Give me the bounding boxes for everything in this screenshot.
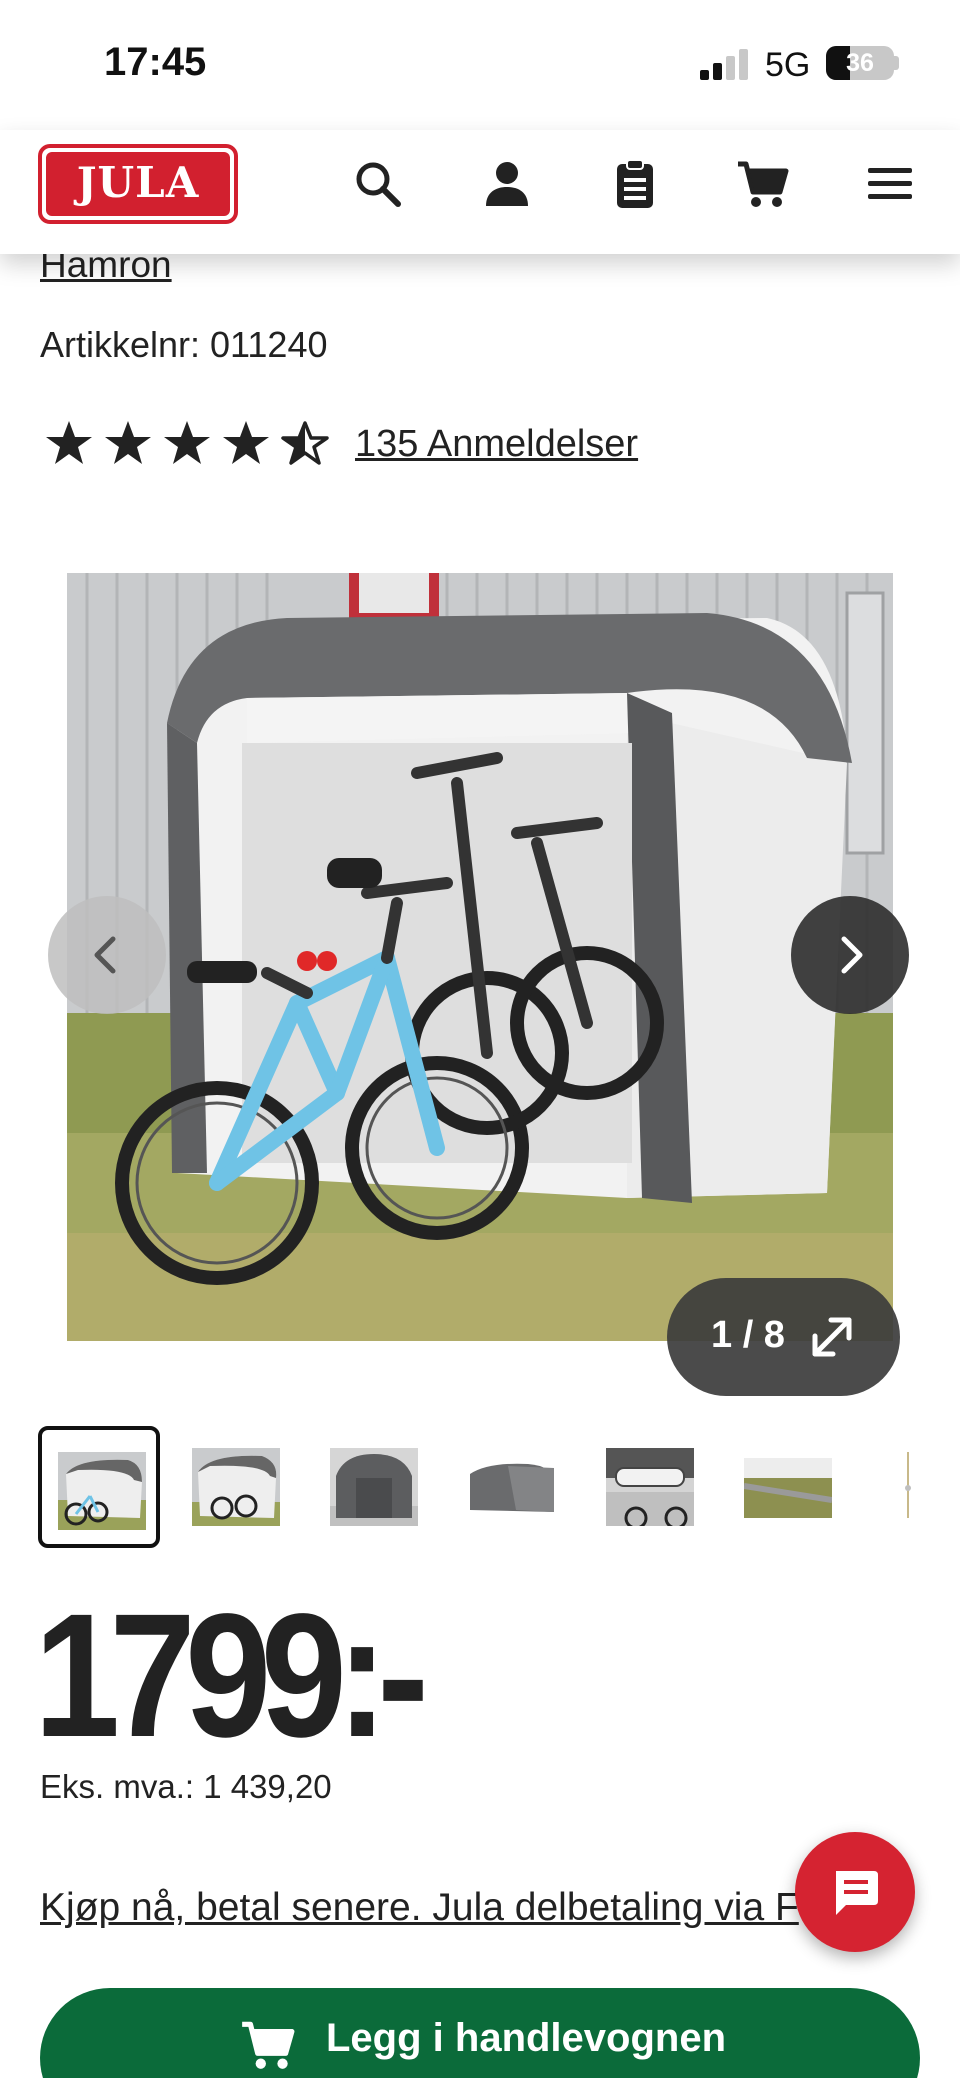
star-full-icon xyxy=(162,418,212,468)
product-price: 1799:- xyxy=(34,1578,429,1774)
thumbnail-3[interactable] xyxy=(314,1426,436,1548)
expand-icon xyxy=(807,1312,857,1362)
logo-background: JULA xyxy=(46,152,230,216)
add-to-cart-label: Legg i handlevognen xyxy=(326,2016,727,2060)
chat-button[interactable] xyxy=(795,1832,915,1952)
thumbnail-2[interactable] xyxy=(176,1426,298,1548)
article-number: Artikkelnr: 011240 xyxy=(40,324,328,365)
gallery-counter: 1 / 8 xyxy=(711,1314,785,1356)
account-icon[interactable] xyxy=(479,156,535,212)
signal-icon xyxy=(700,48,752,80)
cart-icon[interactable] xyxy=(734,156,790,212)
thumbnail-7[interactable] xyxy=(866,1426,960,1548)
battery-icon: 36 xyxy=(826,46,894,80)
price-excl-vat: Eks. mva.: 1 439,20 xyxy=(40,1768,332,1805)
gallery-prev-button[interactable] xyxy=(48,896,166,1014)
cart-icon xyxy=(238,2016,296,2074)
gallery-counter-button[interactable]: 1 / 8 xyxy=(667,1278,900,1396)
jula-logo[interactable]: JULA xyxy=(38,144,238,224)
thumbnail-6[interactable] xyxy=(728,1426,850,1548)
network-label: 5G xyxy=(765,46,811,84)
chevron-left-icon xyxy=(94,936,116,974)
installment-link[interactable]: Kjøp nå, betal senere. Jula delbetaling … xyxy=(40,1886,840,1930)
thumbnail-5[interactable] xyxy=(590,1426,712,1548)
thumbnail-1[interactable] xyxy=(38,1426,160,1548)
battery-level: 36 xyxy=(846,49,874,77)
site-header: JULA xyxy=(0,130,960,254)
menu-icon[interactable] xyxy=(862,156,918,212)
status-bar: 17:45 5G 36 xyxy=(0,0,960,130)
status-time: 17:45 xyxy=(104,40,207,84)
star-full-icon xyxy=(221,418,271,468)
add-to-cart-button[interactable]: Legg i handlevognen xyxy=(40,1988,920,2078)
thumbnail-strip xyxy=(38,1426,960,1550)
logo-text: JULA xyxy=(76,158,200,207)
star-half-icon xyxy=(280,418,330,468)
battery-tip xyxy=(894,56,899,70)
search-icon[interactable] xyxy=(350,156,406,212)
thumbnail-4[interactable] xyxy=(452,1426,574,1548)
chevron-right-icon xyxy=(841,936,863,974)
reviews-link[interactable]: 135 Anmeldelser xyxy=(355,423,638,466)
gallery-next-button[interactable] xyxy=(791,896,909,1014)
star-full-icon xyxy=(44,418,94,468)
chat-icon xyxy=(836,1871,878,1915)
star-full-icon xyxy=(103,418,153,468)
product-image[interactable] xyxy=(67,573,893,1341)
shopping-list-icon[interactable] xyxy=(607,156,663,212)
